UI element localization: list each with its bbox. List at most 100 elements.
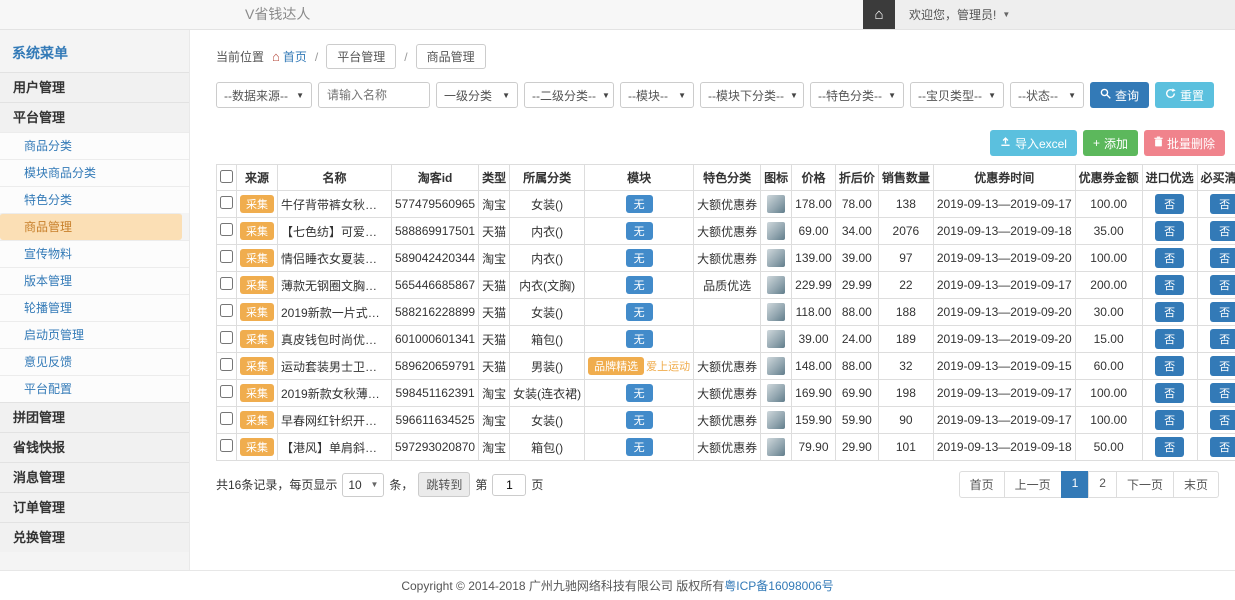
- import-select-toggle[interactable]: 否: [1155, 383, 1184, 403]
- copyright-label: Copyright © 2014-2018 广州九驰网络科技有限公司 版权所有: [401, 577, 724, 594]
- category-cell: 女装(): [510, 299, 585, 326]
- page-button-page-1[interactable]: 1: [1061, 471, 1090, 498]
- must-buy-toggle[interactable]: 否: [1210, 221, 1235, 241]
- breadcrumb-item-platform[interactable]: 平台管理: [326, 44, 396, 69]
- sidebar-item-version[interactable]: 版本管理: [0, 267, 189, 294]
- name-search-input[interactable]: [318, 82, 430, 108]
- jump-button[interactable]: 跳转到: [418, 472, 470, 497]
- must-buy-toggle[interactable]: 否: [1210, 437, 1235, 457]
- row-checkbox[interactable]: [220, 385, 233, 398]
- sidebar-item-group-buy[interactable]: 拼团管理: [0, 402, 189, 432]
- must-buy-toggle[interactable]: 否: [1210, 194, 1235, 214]
- page-button-0[interactable]: 首页: [959, 471, 1005, 498]
- must-buy-toggle[interactable]: 否: [1210, 383, 1235, 403]
- icon-cell: [761, 353, 792, 380]
- page-button-1[interactable]: 上一页: [1004, 471, 1062, 498]
- icp-link[interactable]: 粤ICP备16098006号: [724, 577, 833, 594]
- sidebar-item-splash[interactable]: 启动页管理: [0, 321, 189, 348]
- search-button[interactable]: 查询: [1090, 82, 1149, 108]
- table-body: 采集牛仔背带裤女秋装减龄...577479560965淘宝女装()无大额优惠券1…: [217, 191, 1235, 461]
- sidebar-item-user[interactable]: 用户管理: [0, 72, 189, 102]
- page-button-page-2[interactable]: 2: [1088, 471, 1117, 498]
- user-menu[interactable]: 欢迎您，管理员! ▼: [895, 0, 1235, 29]
- sidebar-item-goods-management[interactable]: 商品管理: [0, 213, 182, 240]
- sales-count-cell: 189: [878, 326, 933, 353]
- product-name: 牛仔背带裤女秋装减龄...: [281, 198, 392, 212]
- row-checkbox[interactable]: [220, 412, 233, 425]
- source-badge: 采集: [240, 276, 274, 294]
- sidebar-item-goods-category[interactable]: 商品分类: [0, 132, 189, 159]
- import-select-toggle[interactable]: 否: [1155, 410, 1184, 430]
- import-select-toggle[interactable]: 否: [1155, 275, 1184, 295]
- row-checkbox[interactable]: [220, 277, 233, 290]
- module-sub-select[interactable]: --模块下分类-- ▼: [700, 82, 804, 108]
- column-header-6: 特色分类: [694, 165, 761, 191]
- page-size-select[interactable]: 10 ▼: [342, 473, 384, 497]
- module-select[interactable]: --模块-- ▼: [620, 82, 694, 108]
- sidebar-item-carousel[interactable]: 轮播管理: [0, 294, 189, 321]
- sidebar-item-platform-config[interactable]: 平台配置: [0, 375, 189, 402]
- row-checkbox[interactable]: [220, 196, 233, 209]
- import-select-toggle[interactable]: 否: [1155, 356, 1184, 376]
- level1-category-select[interactable]: 一级分类 ▼: [436, 82, 518, 108]
- page-button-4[interactable]: 下一页: [1116, 471, 1174, 498]
- status-select[interactable]: --状态-- ▼: [1010, 82, 1084, 108]
- import-excel-button[interactable]: 导入excel: [990, 130, 1077, 156]
- taoke-id-cell: 588869917501: [392, 218, 479, 245]
- must-buy-toggle[interactable]: 否: [1210, 302, 1235, 322]
- sidebar-item-promo-material[interactable]: 宣传物料: [0, 240, 189, 267]
- row-checkbox[interactable]: [220, 358, 233, 371]
- row-checkbox[interactable]: [220, 223, 233, 236]
- import-select-toggle[interactable]: 否: [1155, 221, 1184, 241]
- must-buy-toggle[interactable]: 否: [1210, 356, 1235, 376]
- row-checkbox[interactable]: [220, 439, 233, 452]
- select-all-checkbox[interactable]: [220, 170, 233, 183]
- must-buy-toggle[interactable]: 否: [1210, 410, 1235, 430]
- reset-button[interactable]: 重置: [1155, 82, 1214, 108]
- breadcrumb-item-goods[interactable]: 商品管理: [416, 44, 486, 69]
- data-source-select[interactable]: --数据来源-- ▼: [216, 82, 312, 108]
- item-type-select[interactable]: --宝贝类型-- ▼: [910, 82, 1004, 108]
- sidebar-item-feedback[interactable]: 意见反馈: [0, 348, 189, 375]
- category-cell: 箱包(): [510, 434, 585, 461]
- import-select-toggle[interactable]: 否: [1155, 248, 1184, 268]
- row-checkbox[interactable]: [220, 304, 233, 317]
- feature-category-select[interactable]: --特色分类-- ▼: [810, 82, 904, 108]
- breadcrumb-home-link[interactable]: ⌂ 首页: [272, 48, 307, 65]
- module-cell: 无: [585, 191, 694, 218]
- must-buy-toggle[interactable]: 否: [1210, 275, 1235, 295]
- discount-price-cell: 59.90: [835, 407, 878, 434]
- add-button[interactable]: + 添加: [1083, 130, 1138, 156]
- table-row: 采集2019新款一片式系...588216228899天猫女装()无118.00…: [217, 299, 1235, 326]
- source-badge: 采集: [240, 222, 274, 240]
- price-cell: 139.00: [792, 245, 836, 272]
- category-cell: 箱包(): [510, 326, 585, 353]
- page-button-5[interactable]: 末页: [1173, 471, 1219, 498]
- must-buy-toggle[interactable]: 否: [1210, 329, 1235, 349]
- import-select-toggle[interactable]: 否: [1155, 437, 1184, 457]
- sidebar-item-feature-category[interactable]: 特色分类: [0, 186, 189, 213]
- batch-delete-button[interactable]: 批量删除: [1144, 130, 1225, 156]
- sidebar-item-order[interactable]: 订单管理: [0, 492, 189, 522]
- import-select-toggle[interactable]: 否: [1155, 194, 1184, 214]
- product-name: 【七色纺】可爱纯棉家...: [281, 225, 392, 239]
- sidebar-item-message[interactable]: 消息管理: [0, 462, 189, 492]
- sidebar-item-platform[interactable]: 平台管理: [0, 102, 189, 132]
- import-select-cell: 否: [1142, 434, 1197, 461]
- sidebar-item-exchange[interactable]: 兑换管理: [0, 522, 189, 552]
- taoke-id-cell: 577479560965: [392, 191, 479, 218]
- table-row: 采集真皮钱包时尚优雅女士...601000601341天猫箱包()无39.002…: [217, 326, 1235, 353]
- level2-category-select[interactable]: --二级分类-- ▼: [524, 82, 614, 108]
- sidebar-item-express[interactable]: 省钱快报: [0, 432, 189, 462]
- row-checkbox[interactable]: [220, 250, 233, 263]
- import-select-toggle[interactable]: 否: [1155, 302, 1184, 322]
- must-buy-toggle[interactable]: 否: [1210, 248, 1235, 268]
- home-button[interactable]: ⌂: [863, 0, 895, 29]
- jump-page-input[interactable]: [492, 474, 526, 496]
- row-checkbox[interactable]: [220, 331, 233, 344]
- import-select-cell: 否: [1142, 380, 1197, 407]
- name-cell: 【港风】单肩斜挎链条...: [278, 434, 392, 461]
- name-cell: 牛仔背带裤女秋装减龄...: [278, 191, 392, 218]
- sidebar-item-module-goods-category[interactable]: 模块商品分类: [0, 159, 189, 186]
- import-select-toggle[interactable]: 否: [1155, 329, 1184, 349]
